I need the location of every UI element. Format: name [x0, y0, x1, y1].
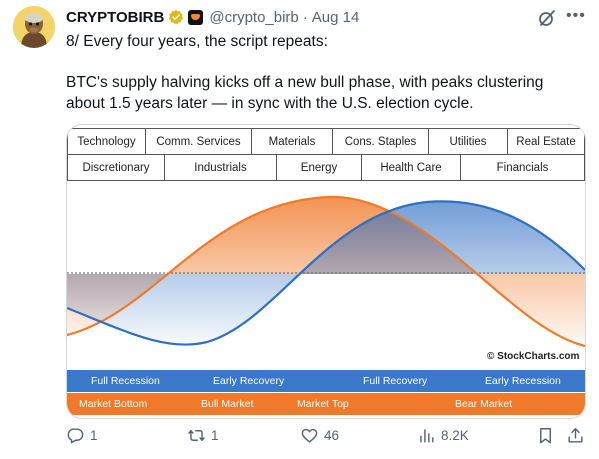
- bookmark-icon: [540, 428, 551, 444]
- reply-icon: [67, 428, 84, 444]
- phase-market-top: Market Top: [297, 398, 349, 410]
- cycle-curves: [67, 195, 585, 348]
- repost-icon: [188, 430, 205, 441]
- economy-phase-band: Full Recession Early Recovery Full Recov…: [67, 370, 585, 392]
- author-handle[interactable]: @crypto_birb: [209, 9, 298, 26]
- repost-button[interactable]: 1: [187, 426, 219, 445]
- image-credit: © StockCharts.com: [487, 351, 580, 362]
- share-button[interactable]: [566, 426, 585, 445]
- reply-count: 1: [90, 428, 98, 443]
- phase-market-bottom: Market Bottom: [79, 398, 148, 410]
- view-count: 8.2K: [441, 428, 469, 443]
- sector-materials: Materials: [251, 128, 333, 155]
- sector-technology: Technology: [67, 128, 146, 155]
- market-phase-band: Market Bottom Bull Market Market Top Bea…: [67, 393, 585, 415]
- sector-industrials: Industrials: [164, 154, 277, 181]
- bookmark-button[interactable]: [536, 426, 555, 445]
- author-name[interactable]: CRYPTOBIRB: [66, 9, 164, 26]
- phase-bull-market: Bull Market: [201, 398, 254, 410]
- like-count: 46: [324, 428, 340, 443]
- tweet-text-line-3: about 1.5 years later — in sync with the…: [66, 95, 474, 112]
- sector-energy: Energy: [276, 154, 362, 181]
- like-icon: [301, 428, 318, 443]
- avatar-image: [13, 6, 55, 48]
- phase-full-recovery: Full Recovery: [363, 375, 428, 387]
- sector-cons-staples: Cons. Staples: [332, 128, 429, 155]
- sector-comm-services: Comm. Services: [145, 128, 252, 155]
- tweet-header: CRYPTOBIRB @crypto_birb · Aug 14: [66, 7, 359, 27]
- tweet-actions: 1 1 46 8.2K: [0, 426, 599, 450]
- tweet-text-line-2: BTC's supply halving kicks off a new bul…: [66, 74, 544, 91]
- phase-bear-market: Bear Market: [455, 398, 513, 410]
- verified-badge-icon: [169, 9, 184, 25]
- views-button[interactable]: 8.2K: [417, 426, 469, 445]
- sector-financials: Financials: [460, 154, 585, 181]
- share-icon: [568, 428, 583, 443]
- like-button[interactable]: 46: [300, 426, 339, 445]
- separator-dot: ·: [302, 8, 308, 26]
- grok-icon[interactable]: [537, 8, 557, 28]
- sector-health-care: Health Care: [361, 154, 461, 181]
- phase-early-recession: Early Recession: [485, 375, 561, 387]
- sector-real-estate: Real Estate: [507, 128, 585, 155]
- tweet-date[interactable]: Aug 14: [312, 9, 360, 26]
- sector-utilities: Utilities: [428, 128, 508, 155]
- tweet-image[interactable]: Technology Comm. Services Materials Cons…: [66, 124, 586, 419]
- tweet-text-line-1: 8/ Every four years, the script repeats:: [66, 33, 328, 50]
- avatar[interactable]: [13, 6, 55, 48]
- org-badge-icon: [188, 9, 204, 25]
- views-icon: [420, 429, 434, 443]
- phase-full-recession: Full Recession: [91, 375, 160, 387]
- sector-discretionary: Discretionary: [67, 154, 165, 181]
- repost-count: 1: [211, 428, 219, 443]
- sector-rotation-labels: Technology Comm. Services Materials Cons…: [67, 125, 585, 182]
- more-icon[interactable]: •••: [566, 7, 586, 25]
- phase-early-recovery: Early Recovery: [213, 375, 285, 387]
- reply-button[interactable]: 1: [66, 426, 98, 445]
